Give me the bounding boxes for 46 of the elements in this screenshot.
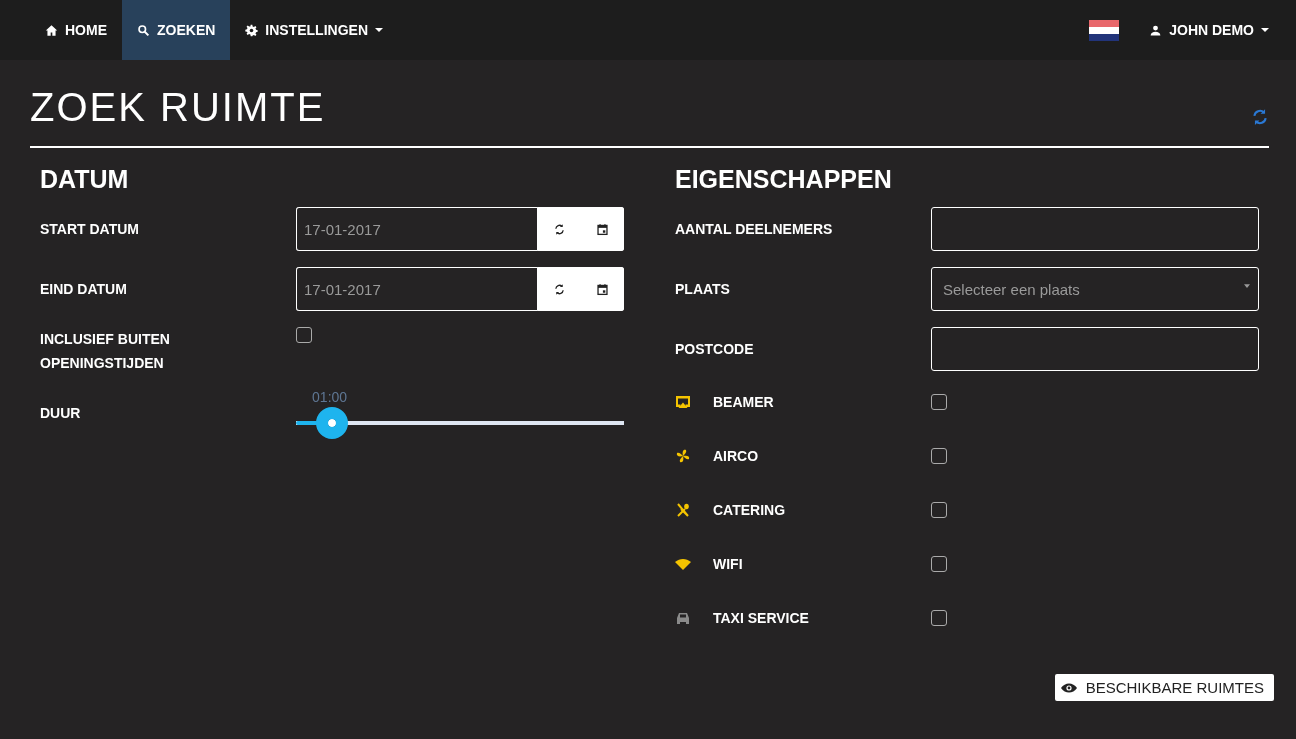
field-label: AANTAL DEELNEMERS: [675, 220, 834, 239]
refresh-icon[interactable]: [1251, 108, 1269, 126]
field-label: POSTCODE: [675, 340, 755, 359]
amenity-label: BEAMER: [713, 394, 774, 410]
nav-tab[interactable]: INSTELLINGEN: [230, 0, 398, 60]
amenity-label: WIFI: [713, 556, 743, 572]
amenity-label: AIRCO: [713, 448, 759, 464]
refresh-icon: [553, 222, 566, 236]
calendar-icon: [596, 222, 609, 236]
checkbox[interactable]: [931, 610, 947, 626]
input-field[interactable]: [931, 327, 1259, 371]
slider-value: 01:00: [312, 389, 348, 405]
home-icon: [45, 23, 58, 37]
flag-icon[interactable]: [1089, 19, 1120, 41]
amenity-label: CATERING: [713, 502, 786, 518]
field-label: START DATUM: [40, 220, 141, 239]
submit-button[interactable]: BESCHIKBARE RUIMTES: [1054, 674, 1274, 701]
refresh-icon: [553, 282, 566, 296]
caret-icon: [1261, 28, 1269, 32]
user-icon: [1149, 23, 1163, 37]
calendar-icon: [596, 282, 609, 296]
checkbox[interactable]: [931, 448, 947, 464]
section-heading: EIGENSCHAPPEN: [675, 164, 893, 195]
nav-tab[interactable]: ZOEKEN: [122, 0, 231, 60]
field-label: EIND DATUM: [40, 280, 128, 299]
field-label: DUUR: [40, 404, 82, 423]
user-menu[interactable]: JOHN DEMO: [1134, 0, 1269, 60]
field-label: PLAATS: [675, 280, 731, 299]
search-icon: [137, 23, 150, 37]
section-heading: DATUM: [40, 164, 130, 195]
date-field[interactable]: 17-01-2017: [296, 267, 538, 311]
slider-thumb[interactable]: [316, 407, 349, 439]
checkbox[interactable]: [296, 327, 312, 343]
checkbox[interactable]: [931, 394, 947, 410]
checkbox[interactable]: [931, 502, 947, 518]
checkbox[interactable]: [931, 556, 947, 572]
page-title: ZOEK RUIMTE: [30, 84, 326, 131]
field-label: INCLUSIEF BUITEN OPENINGSTIJDEN: [40, 330, 171, 373]
input-field[interactable]: [931, 207, 1259, 251]
place-select[interactable]: Selecteer een plaats: [931, 267, 1259, 311]
amenity-label: TAXI SERVICE: [713, 610, 809, 626]
caret-icon: [1244, 284, 1250, 288]
settings-icon: [245, 23, 259, 37]
nav-tab[interactable]: HOME: [30, 0, 122, 60]
eye-icon: [1060, 682, 1077, 693]
date-field[interactable]: 17-01-2017: [296, 207, 538, 251]
